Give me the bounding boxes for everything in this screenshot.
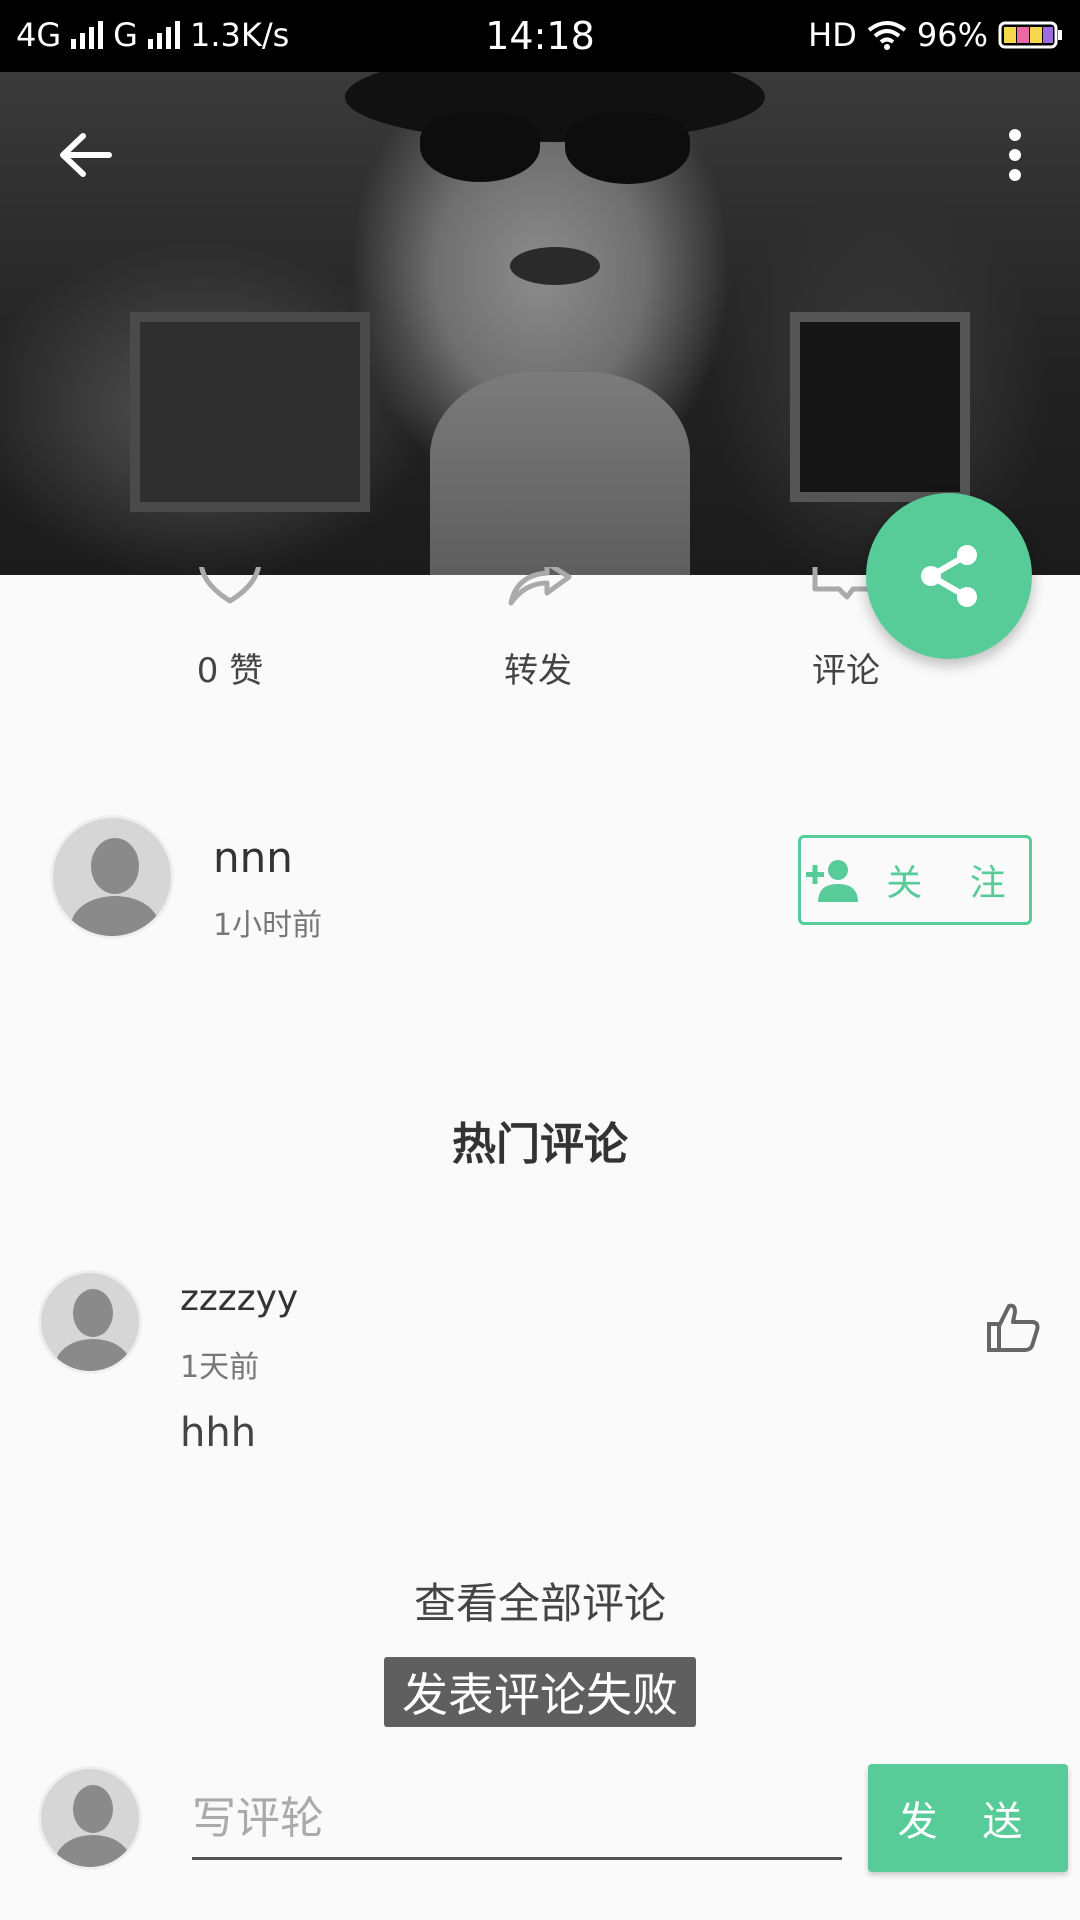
follow-label: 关 注 bbox=[886, 863, 1024, 904]
hero-shape bbox=[430, 372, 690, 575]
post-time: 1小时前 bbox=[213, 908, 323, 943]
author-avatar[interactable] bbox=[50, 815, 174, 939]
like-label: 0 赞 bbox=[196, 651, 264, 691]
view-all-comments-link[interactable]: 查看全部评论 bbox=[0, 1570, 1080, 1631]
wifi-icon bbox=[867, 21, 907, 50]
share-icon bbox=[921, 545, 977, 607]
status-right: HD 96% bbox=[808, 16, 1064, 54]
more-vert-icon bbox=[1009, 129, 1021, 181]
author-name[interactable]: nnn bbox=[213, 833, 293, 882]
hd-indicator: HD bbox=[808, 16, 857, 54]
follow-button[interactable]: 关 注 bbox=[798, 835, 1032, 925]
hero-shape bbox=[790, 312, 970, 502]
hero-shape bbox=[345, 72, 765, 142]
my-avatar bbox=[38, 1766, 142, 1870]
comment-time: 1天前 bbox=[180, 1350, 260, 1385]
person-add-icon bbox=[806, 860, 859, 902]
comment-input[interactable] bbox=[192, 1780, 842, 1860]
thumbs-up-icon[interactable] bbox=[985, 1300, 1041, 1356]
avatar-head bbox=[73, 1289, 113, 1337]
author-row: nnn 1小时前 关 注 bbox=[0, 815, 1080, 945]
hero-shape bbox=[510, 247, 600, 285]
hot-comments-title: 热门评论 bbox=[452, 1119, 628, 1170]
avatar-head bbox=[73, 1785, 113, 1833]
commenter-name[interactable]: zzzzyy bbox=[180, 1278, 298, 1319]
arrow-left-icon bbox=[60, 133, 112, 177]
status-bar: 4G G 1.3K/s 14:18 HD 96% bbox=[0, 0, 1080, 72]
send-button[interactable]: 发 送 bbox=[868, 1764, 1068, 1872]
commenter-avatar[interactable] bbox=[38, 1270, 142, 1374]
avatar-head bbox=[91, 838, 139, 894]
comment-item: zzzzyy 1天前 hhh bbox=[0, 1270, 1080, 1470]
hero-shape bbox=[130, 312, 370, 512]
more-options-button[interactable] bbox=[990, 120, 1040, 190]
heart-icon bbox=[199, 567, 261, 604]
back-button[interactable] bbox=[50, 120, 120, 190]
share-arrow-icon bbox=[508, 567, 572, 606]
battery-icon bbox=[998, 21, 1062, 49]
avatar-body bbox=[71, 896, 159, 936]
share-fab-button[interactable] bbox=[866, 493, 1032, 659]
comment-compose-bar: 发 送 bbox=[0, 1760, 1080, 1880]
repost-label: 转发 bbox=[504, 651, 572, 691]
hero-shape bbox=[565, 112, 690, 184]
hero-shape bbox=[420, 112, 540, 182]
avatar-body bbox=[56, 1835, 130, 1867]
avatar-body bbox=[56, 1339, 130, 1371]
error-toast: 发表评论失败 bbox=[384, 1657, 696, 1727]
comment-text: hhh bbox=[180, 1410, 257, 1456]
battery-level: 96% bbox=[916, 16, 988, 54]
